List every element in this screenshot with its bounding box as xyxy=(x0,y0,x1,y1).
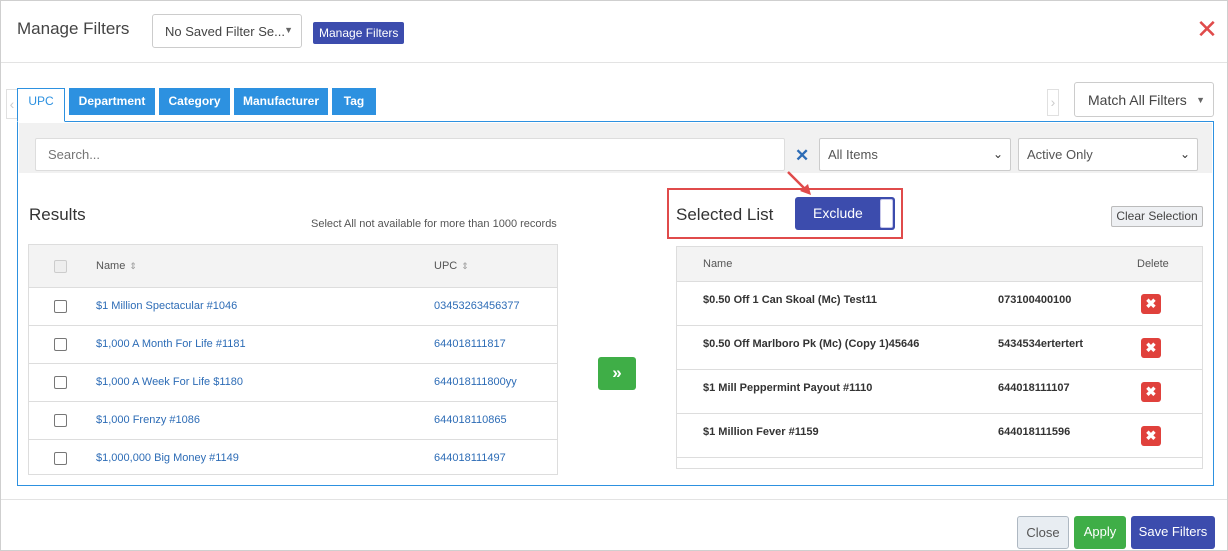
tab-department[interactable]: Department xyxy=(69,88,155,115)
save-filters-button[interactable]: Save Filters xyxy=(1131,516,1215,549)
chevron-down-icon: ▼ xyxy=(1196,95,1205,105)
saved-filter-select[interactable]: No Saved Filter Se... ▼ xyxy=(152,14,302,48)
table-row: $0.50 Off 1 Can Skoal (Mc) Test11 073100… xyxy=(677,282,1202,326)
selected-row-upc: 5434534ertertert xyxy=(998,338,1084,350)
column-header-name-label: Name xyxy=(96,260,126,272)
results-table: Name ⇕ UPC ⇕ $1 Million Spectacular #1046 … xyxy=(28,244,558,475)
row-upc-link[interactable]: 644018111800yy xyxy=(434,376,517,388)
row-name-link[interactable]: $1,000,000 Big Money #1149 xyxy=(96,452,239,464)
selected-table-header: Name Delete xyxy=(677,247,1202,282)
row-name-link[interactable]: $1,000 A Month For Life #1181 xyxy=(96,338,246,350)
search-input[interactable] xyxy=(35,138,785,171)
footer-divider xyxy=(1,499,1227,500)
table-row: $1,000 A Week For Life $1180 64401811180… xyxy=(29,364,557,402)
sort-icon: ⇕ xyxy=(461,261,469,271)
items-select[interactable]: All Items ⌄ xyxy=(819,138,1011,171)
tab-upc[interactable]: UPC xyxy=(17,88,65,122)
delete-icon[interactable]: ✖ xyxy=(1141,382,1161,402)
row-checkbox[interactable] xyxy=(54,452,67,465)
exclude-toggle[interactable]: Exclude xyxy=(795,197,895,230)
sort-icon: ⇕ xyxy=(129,261,137,271)
selected-row-name: $1 Million Fever #1159 xyxy=(703,426,819,438)
row-name-link[interactable]: $1 Million Spectacular #1046 xyxy=(96,300,237,312)
row-name-link[interactable]: $1,000 Frenzy #1086 xyxy=(96,414,200,426)
modal-title: Manage Filters xyxy=(17,19,130,38)
row-upc-link[interactable]: 644018110865 xyxy=(434,414,507,426)
modal-header: Manage Filters No Saved Filter Se... ▼ M… xyxy=(1,1,1227,63)
row-name-link[interactable]: $1,000 A Week For Life $1180 xyxy=(96,376,243,388)
results-table-header: Name ⇕ UPC ⇕ xyxy=(29,245,557,288)
selected-row-name: $0.50 Off Marlboro Pk (Mc) (Copy 1)45646 xyxy=(703,338,920,350)
row-upc-link[interactable]: 03453263456377 xyxy=(434,300,520,312)
row-checkbox[interactable] xyxy=(54,300,67,313)
chevron-down-icon: ⌄ xyxy=(992,147,1003,161)
apply-button[interactable]: Apply xyxy=(1074,516,1126,549)
table-row: $1,000,000 Big Money #1149 644018111497 xyxy=(29,440,557,478)
filter-panel: ✕ All Items ⌄ Active Only ⌄ Results Sele… xyxy=(17,121,1214,486)
chevron-down-icon: ▼ xyxy=(284,25,293,35)
status-select[interactable]: Active Only ⌄ xyxy=(1018,138,1198,171)
table-row: $1,000 A Month For Life #1181 6440181118… xyxy=(29,326,557,364)
table-row: $0.50 Off Marlboro Pk (Mc) (Copy 1)45646… xyxy=(677,326,1202,370)
selected-list-title: Selected List xyxy=(676,205,774,224)
filter-bar: ✕ All Items ⌄ Active Only ⌄ xyxy=(19,123,1212,173)
results-title: Results xyxy=(29,205,86,224)
close-button[interactable]: Close xyxy=(1017,516,1069,549)
add-to-selected-button[interactable]: » xyxy=(598,357,636,390)
items-select-value: All Items xyxy=(828,147,878,162)
column-header-upc-label: UPC xyxy=(434,260,458,272)
table-row: $1 Million Fever #1159 644018111596 ✖ xyxy=(677,414,1202,458)
tab-tag[interactable]: Tag xyxy=(332,88,376,115)
column-header-name: Name xyxy=(703,258,733,270)
table-row: $1 Mill Peppermint Payout #1110 64401811… xyxy=(677,370,1202,414)
tab-scroll-right-icon[interactable]: › xyxy=(1047,89,1059,116)
table-row: $1 Million Spectacular #1046 03453263456… xyxy=(29,288,557,326)
clear-selection-button[interactable]: Clear Selection xyxy=(1111,206,1203,227)
delete-icon[interactable]: ✖ xyxy=(1141,338,1161,358)
clear-search-icon[interactable]: ✕ xyxy=(795,146,809,166)
tab-category[interactable]: Category xyxy=(159,88,230,115)
results-note: Select All not available for more than 1… xyxy=(311,218,557,230)
exclude-toggle-label: Exclude xyxy=(813,205,863,221)
delete-icon[interactable]: ✖ xyxy=(1141,294,1161,314)
row-checkbox[interactable] xyxy=(54,414,67,427)
selected-table: Name Delete $0.50 Off 1 Can Skoal (Mc) T… xyxy=(676,246,1203,469)
row-upc-link[interactable]: 644018111497 xyxy=(434,452,506,464)
saved-filter-value: No Saved Filter Se... xyxy=(165,24,285,39)
row-checkbox[interactable] xyxy=(54,338,67,351)
row-checkbox[interactable] xyxy=(54,376,67,389)
select-all-checkbox[interactable] xyxy=(54,260,67,273)
manage-filters-button[interactable]: Manage Filters xyxy=(313,22,405,44)
manage-filters-modal: Manage Filters No Saved Filter Se... ▼ M… xyxy=(0,0,1228,551)
selected-row-name: $0.50 Off 1 Can Skoal (Mc) Test11 xyxy=(703,294,878,306)
column-header-name[interactable]: Name ⇕ xyxy=(96,260,137,272)
delete-icon[interactable]: ✖ xyxy=(1141,426,1161,446)
selected-row-upc: 644018111107 xyxy=(998,382,1070,394)
toggle-knob xyxy=(880,199,893,228)
annotation-arrow-icon xyxy=(787,171,811,195)
column-header-delete: Delete xyxy=(1137,258,1169,270)
match-filters-select[interactable]: Match All Filters ▼ xyxy=(1074,82,1214,117)
column-header-upc[interactable]: UPC ⇕ xyxy=(434,260,469,272)
selected-row-name: $1 Mill Peppermint Payout #1110 xyxy=(703,382,873,394)
table-row: $1,000 Frenzy #1086 644018110865 xyxy=(29,402,557,440)
selected-row-upc: 073100400100 xyxy=(998,294,1072,306)
close-icon[interactable]: ✕ xyxy=(1196,16,1218,42)
row-upc-link[interactable]: 644018111817 xyxy=(434,338,506,350)
match-filters-value: Match All Filters xyxy=(1088,92,1187,108)
tab-manufacturer[interactable]: Manufacturer xyxy=(234,88,328,115)
selected-row-upc: 644018111596 xyxy=(998,426,1071,438)
status-select-value: Active Only xyxy=(1027,147,1093,162)
chevron-down-icon: ⌄ xyxy=(1179,147,1190,161)
